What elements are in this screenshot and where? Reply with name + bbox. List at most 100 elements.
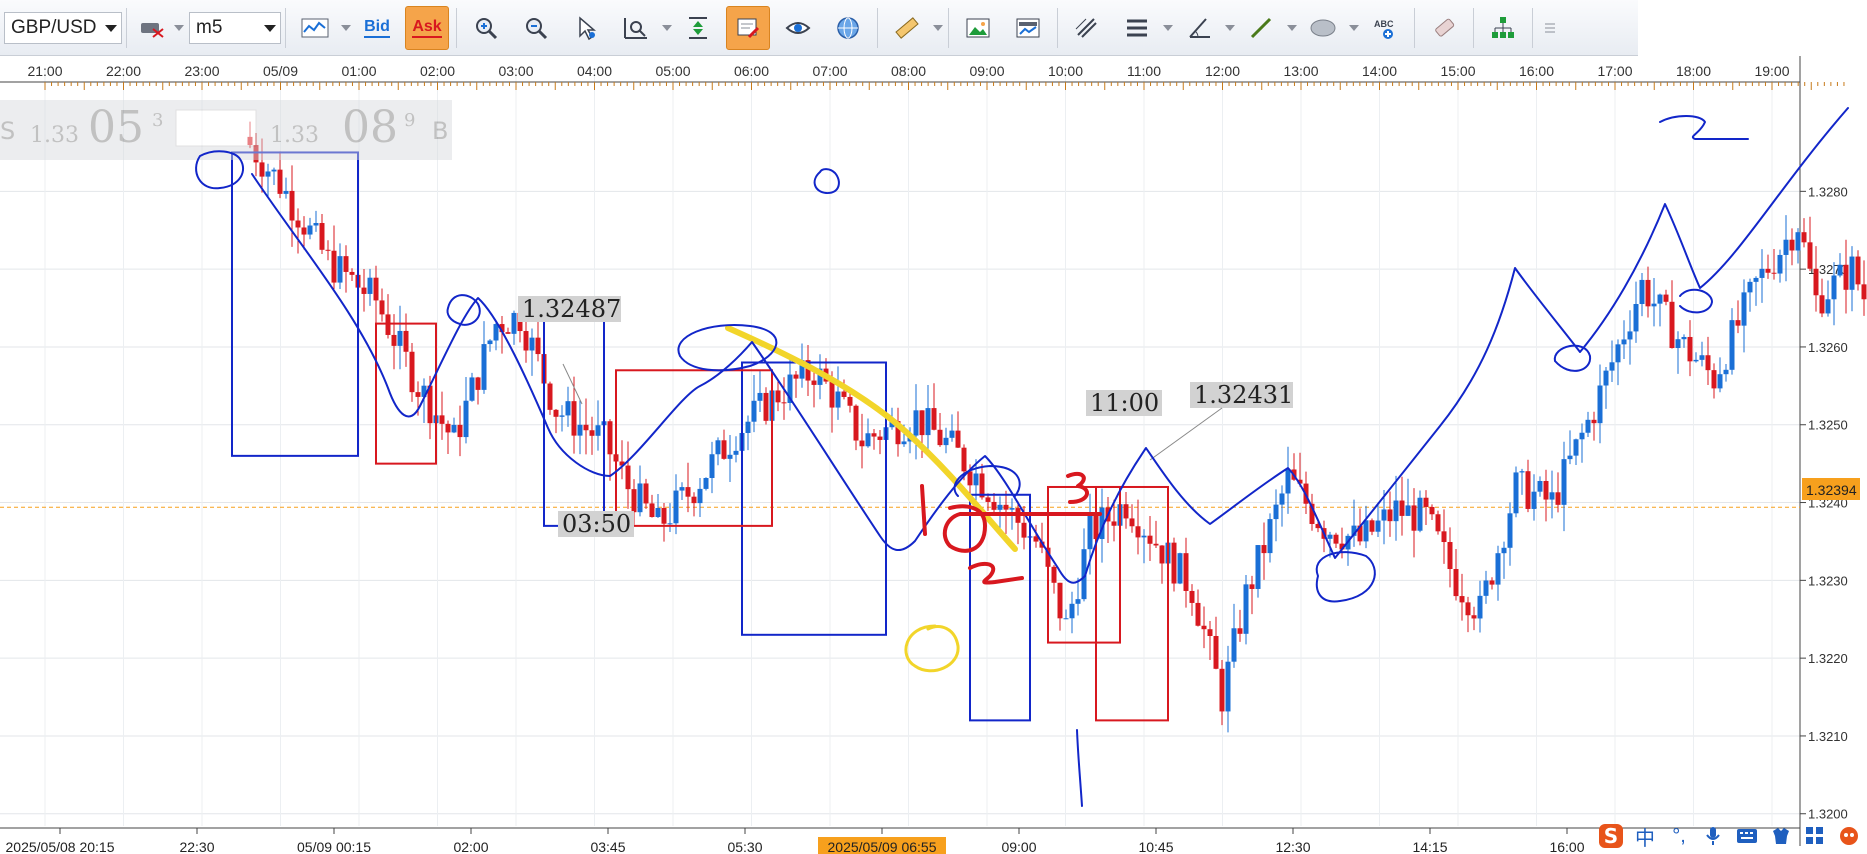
candle-bear <box>1669 301 1675 349</box>
chevron-down-icon[interactable] <box>340 6 352 50</box>
candle-bear <box>1705 355 1711 371</box>
time-tick-label: 2025/05/08 20:15 <box>6 839 115 854</box>
candle-bear <box>841 391 847 397</box>
bid-button[interactable]: Bid <box>355 6 399 50</box>
symbol-select[interactable]: GBP/USD <box>4 11 122 44</box>
eraser-icon[interactable] <box>1422 6 1466 50</box>
candle-bear <box>457 424 463 438</box>
skin-icon[interactable] <box>1769 824 1793 848</box>
globe-icon[interactable] <box>826 6 870 50</box>
candle-bear <box>985 497 991 502</box>
chevron-down-icon[interactable] <box>1162 6 1174 50</box>
candle-bull <box>1783 239 1789 255</box>
candle-bull <box>703 478 709 489</box>
candle-bull <box>673 490 679 524</box>
candle-bull <box>1585 419 1591 433</box>
candle-bull <box>1777 254 1783 274</box>
price-chart[interactable]: 21:00 22:00 23:00 05/09 01:00 02:00 03:00 04:00… <box>0 56 1867 854</box>
chevron-down-icon[interactable] <box>661 6 673 50</box>
ruler-icon[interactable] <box>885 6 929 50</box>
candle-bull <box>1723 369 1729 375</box>
candle-bear <box>547 383 553 410</box>
candle-bull <box>1513 472 1519 514</box>
chevron-down-icon[interactable] <box>1224 6 1236 50</box>
candle-bull <box>577 424 583 436</box>
image-icon[interactable] <box>956 6 1000 50</box>
fit-height-icon[interactable] <box>676 6 720 50</box>
candle-bear <box>523 331 529 351</box>
ellipse-icon[interactable] <box>1301 6 1345 50</box>
candle-bear <box>1159 545 1165 564</box>
candle-bear <box>1819 295 1825 314</box>
punctuation-icon[interactable]: °, <box>1667 824 1691 848</box>
cursor-icon[interactable] <box>564 6 608 50</box>
candle-bull <box>709 454 715 479</box>
chevron-down-icon[interactable] <box>932 6 944 50</box>
candle-bull <box>1417 497 1423 531</box>
candle-bull <box>1231 628 1237 662</box>
candle-bull <box>283 190 289 194</box>
more-icon[interactable] <box>1540 6 1560 50</box>
candle-bear <box>1249 584 1255 589</box>
candle-bull <box>997 504 1003 510</box>
candle-bear <box>625 465 631 490</box>
chart-type-icon[interactable] <box>293 6 337 50</box>
candle-bull <box>973 473 979 486</box>
chinese-input-icon[interactable]: 中 <box>1633 824 1657 850</box>
input-method-icon[interactable]: S <box>1599 824 1623 848</box>
lines-icon[interactable] <box>1115 6 1159 50</box>
candle-bear <box>1429 506 1435 515</box>
indicator-toggle-icon[interactable] <box>134 6 170 50</box>
candle-bull <box>1579 432 1585 440</box>
candle-bull <box>1393 500 1399 522</box>
eye-icon[interactable] <box>776 6 820 50</box>
timeframe-value: m5 <box>196 16 223 38</box>
time-tick-label: 05/09 <box>263 63 298 79</box>
candle-bull <box>913 410 919 436</box>
zoom-in-icon[interactable] <box>464 6 508 50</box>
trend-tools-icon[interactable] <box>1065 6 1109 50</box>
line-draw-icon[interactable] <box>1239 6 1283 50</box>
zoom-range-icon[interactable] <box>614 6 658 50</box>
candle-bull <box>925 408 931 436</box>
candle-bull <box>1273 504 1279 520</box>
candle-bear <box>793 374 799 379</box>
candle-bear <box>991 501 997 510</box>
microphone-icon[interactable] <box>1701 824 1725 848</box>
candle-bull <box>511 312 517 334</box>
angle-icon[interactable] <box>1177 6 1221 50</box>
candle-bear <box>1237 628 1243 634</box>
timeframe-select[interactable]: m5 <box>189 11 281 44</box>
candle-bull <box>1405 505 1411 516</box>
note-icon[interactable] <box>726 5 770 50</box>
chevron-down-icon[interactable] <box>1286 6 1298 50</box>
candle-bear <box>1111 521 1117 526</box>
candle-bull <box>1375 520 1381 532</box>
candle-bear <box>1147 535 1153 544</box>
candle-bear <box>1369 520 1375 532</box>
ask-button[interactable]: Ask <box>405 5 449 50</box>
price-tick-label: 1.3220 <box>1808 651 1848 666</box>
candle-bear <box>1333 534 1339 544</box>
candle-bear <box>1021 522 1027 538</box>
chart-image-icon[interactable] <box>1006 6 1050 50</box>
sell-price: 05 <box>88 102 144 153</box>
candle-bull <box>1849 256 1855 290</box>
chevron-down-icon[interactable] <box>1348 6 1360 50</box>
candle-bull <box>667 523 673 525</box>
candle-bull <box>655 508 661 518</box>
assistant-icon[interactable] <box>1837 824 1861 848</box>
text-label-icon[interactable]: ABC <box>1363 6 1407 50</box>
candle-bull <box>1519 471 1525 473</box>
hierarchy-icon[interactable] <box>1481 6 1525 50</box>
keyboard-icon[interactable] <box>1735 824 1759 848</box>
candle-bear <box>955 430 961 448</box>
candle-bull <box>313 223 319 226</box>
time-tick-label: 15:00 <box>1440 63 1475 79</box>
apps-grid-icon[interactable] <box>1803 824 1827 848</box>
candle-bear <box>385 314 391 335</box>
zoom-out-icon[interactable] <box>514 6 558 50</box>
candle-bull <box>1825 299 1831 314</box>
candle-bull <box>1573 439 1579 456</box>
chevron-down-icon[interactable] <box>173 6 185 50</box>
